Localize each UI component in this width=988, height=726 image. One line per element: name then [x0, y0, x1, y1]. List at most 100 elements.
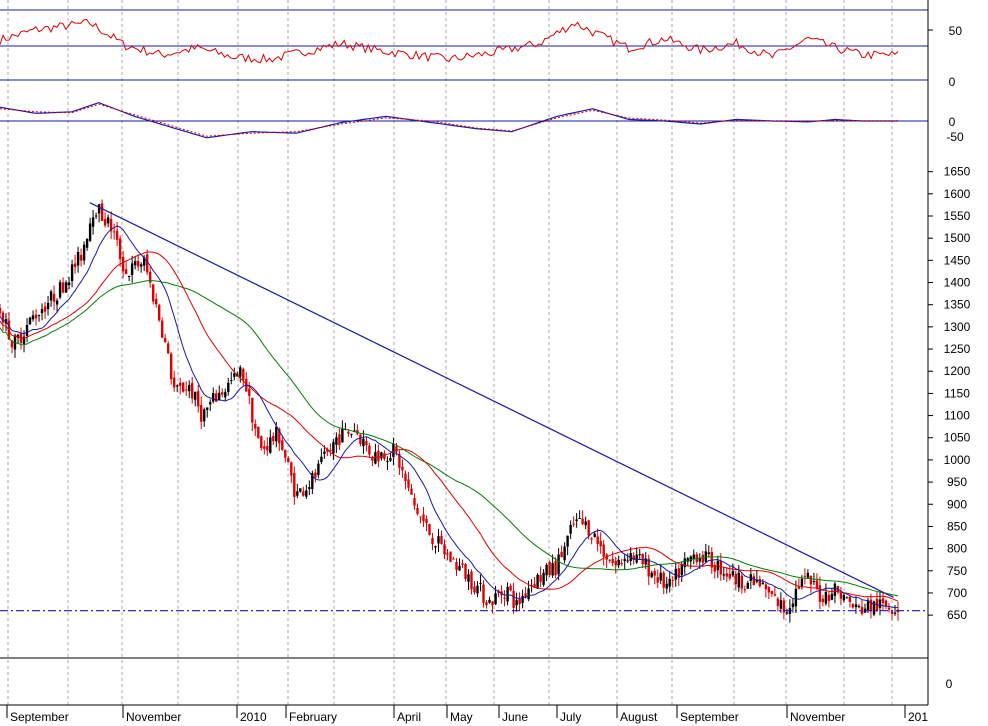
candle-body	[323, 451, 326, 454]
candle-body	[491, 601, 494, 606]
candle-body	[560, 551, 563, 558]
candle-body	[269, 437, 272, 453]
candle-body	[176, 385, 179, 387]
price-tick-label: 850	[947, 519, 967, 533]
candle-body	[191, 383, 194, 399]
candle-body	[350, 433, 353, 435]
candle-body	[359, 434, 362, 445]
volume-panel: 0	[0, 657, 953, 691]
candle-body	[425, 518, 428, 524]
candle-body	[320, 456, 323, 463]
candle-body	[473, 586, 476, 593]
price-tick-label: 1300	[944, 320, 971, 334]
candle-body	[85, 238, 89, 248]
candle-body	[428, 524, 431, 535]
candle-body	[49, 291, 53, 301]
candle-body	[740, 575, 743, 589]
candle-body	[251, 397, 254, 423]
candle-body	[70, 264, 74, 282]
candle-body	[167, 343, 170, 354]
macd-series-line	[0, 101, 898, 139]
candle-body	[548, 562, 551, 575]
price-tick-label: 750	[947, 564, 967, 578]
candle-body	[635, 554, 638, 563]
price-tick-label: 1250	[944, 342, 971, 356]
candle-body	[674, 568, 677, 580]
candle-body	[239, 367, 242, 377]
candle-body	[650, 572, 653, 578]
candle-body	[767, 586, 771, 593]
x-tick-label: September	[10, 710, 69, 724]
candle-body	[752, 576, 755, 586]
candle-body	[824, 592, 828, 604]
price-tick-label: 1600	[944, 187, 971, 201]
candle-body	[563, 546, 566, 561]
candle-body	[461, 563, 464, 565]
candle-body	[659, 572, 662, 581]
candle-body	[734, 573, 737, 585]
candle-body	[800, 578, 804, 587]
candle-body	[52, 293, 56, 302]
candle-body	[410, 488, 413, 495]
candle-body	[224, 391, 227, 398]
slow-moving-average-line	[0, 280, 899, 597]
price-tick-label: 1000	[944, 453, 971, 467]
candle-body	[335, 437, 338, 445]
candle-body	[302, 491, 305, 496]
candle-body	[158, 304, 161, 321]
x-axis-labels: September November 2010 February April May Jun…	[6, 705, 928, 724]
candle-body	[413, 498, 416, 506]
candle-body	[848, 596, 852, 602]
candle-body	[188, 385, 191, 392]
candle-body	[809, 575, 813, 585]
candle-body	[662, 572, 665, 588]
candle-body	[419, 516, 422, 518]
candle-body	[386, 460, 389, 462]
candle-body	[290, 462, 293, 476]
candle-body	[58, 282, 62, 298]
candle-body	[488, 599, 491, 603]
candle-body	[869, 599, 873, 612]
candle-body	[341, 428, 344, 443]
candle-body	[112, 231, 116, 233]
candle-body	[227, 382, 230, 392]
candle-body	[134, 261, 137, 266]
candle-body	[692, 554, 695, 559]
candle-body	[890, 611, 894, 614]
candle-body	[479, 583, 482, 585]
candle-body	[34, 314, 38, 319]
rsi-tick-label: 50	[949, 24, 963, 38]
candle-body	[296, 491, 299, 496]
candle-body	[272, 436, 275, 441]
candle-body	[170, 353, 173, 380]
candle-body	[257, 426, 260, 438]
price-tick-label: 1050	[944, 431, 971, 445]
price-tick-label: 1400	[944, 276, 971, 290]
candle-body	[761, 582, 764, 585]
candle-body	[248, 388, 251, 396]
candle-body	[575, 519, 578, 522]
price-tick-label: 1200	[944, 364, 971, 378]
candle-body	[263, 446, 266, 449]
candle-body	[287, 458, 290, 462]
candle-body	[797, 586, 801, 589]
candle-body	[121, 256, 125, 272]
candle-body	[197, 391, 200, 407]
candle-body	[91, 217, 95, 227]
candle-body	[893, 612, 897, 614]
candle-body	[518, 599, 521, 604]
price-tick-label: 800	[947, 542, 967, 556]
rsi-tick-label: 0	[949, 75, 956, 89]
candle-body	[722, 574, 725, 576]
candle-body	[215, 393, 218, 402]
candle-body	[578, 518, 581, 519]
candle-body	[842, 595, 846, 601]
candle-body	[503, 597, 506, 599]
candle-body	[815, 580, 819, 589]
candle-body	[401, 466, 404, 471]
candle-body	[494, 593, 497, 605]
candle-body	[785, 612, 789, 614]
candle-body	[725, 573, 728, 577]
candle-body	[140, 264, 143, 267]
candle-body	[638, 554, 641, 556]
